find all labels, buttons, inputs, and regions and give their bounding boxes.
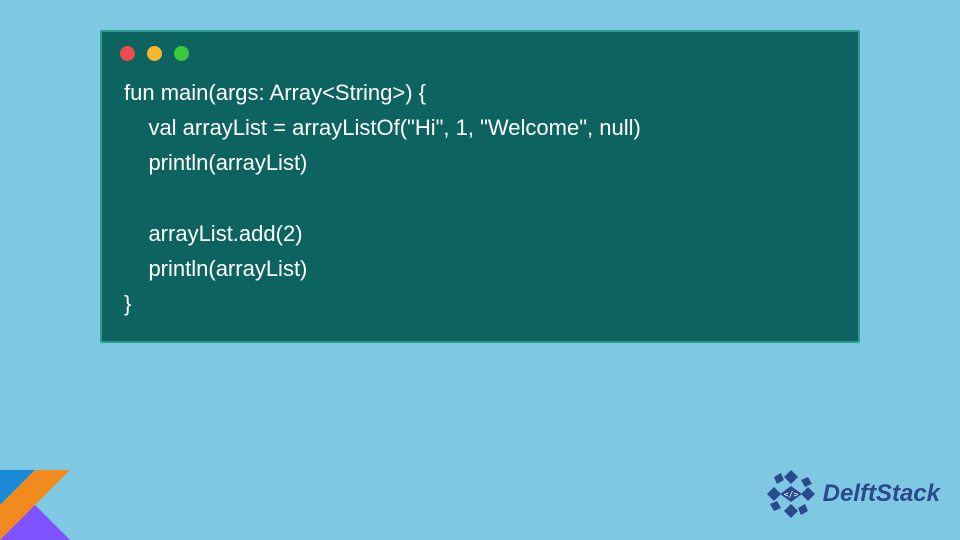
brand-name: DelftStack: [823, 480, 940, 508]
minimize-dot-icon: [147, 46, 162, 61]
code-window: fun main(args: Array<String>) { val arra…: [100, 30, 860, 343]
maximize-dot-icon: [174, 46, 189, 61]
code-line: println(arrayList): [124, 256, 307, 281]
code-block: fun main(args: Array<String>) { val arra…: [102, 69, 858, 341]
svg-text:</>: </>: [783, 490, 798, 499]
window-controls: [102, 32, 858, 69]
kotlin-logo-icon: [0, 470, 70, 540]
code-line: val arrayList = arrayListOf("Hi", 1, "We…: [124, 115, 641, 140]
code-line: println(arrayList): [124, 150, 307, 175]
code-line: arrayList.add(2): [124, 221, 303, 246]
brand-area: </> DelftStack: [765, 468, 940, 520]
code-line: }: [124, 291, 131, 316]
code-line: fun main(args: Array<String>) {: [124, 80, 426, 105]
close-dot-icon: [120, 46, 135, 61]
delftstack-logo-icon: </>: [765, 468, 817, 520]
